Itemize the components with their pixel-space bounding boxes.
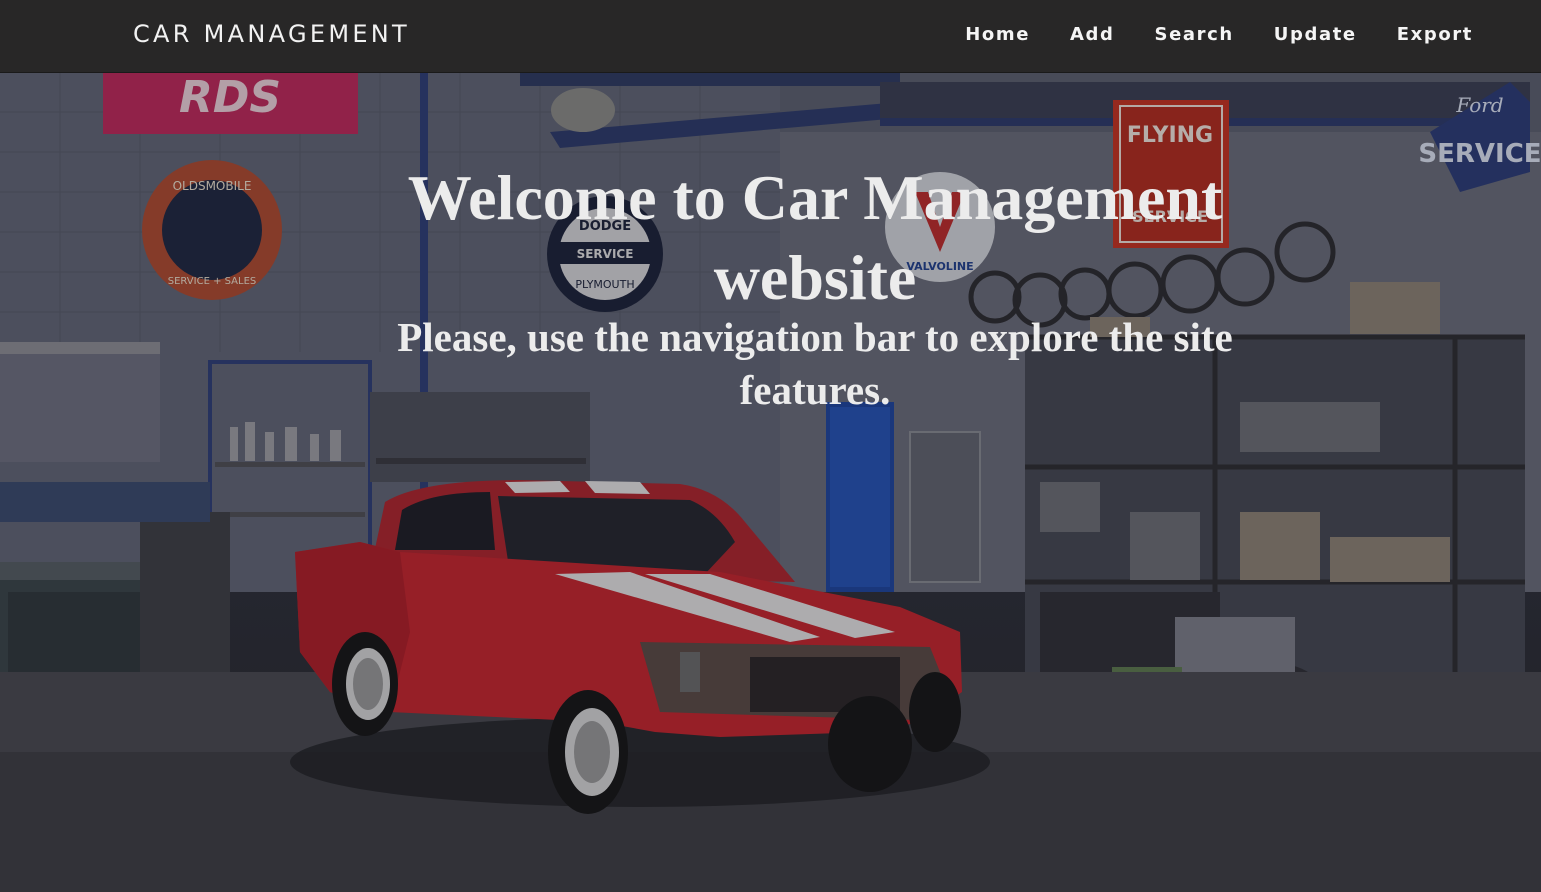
hero-subtitle-line1: Please, use the navigation bar to explor…: [397, 314, 1233, 361]
hero-title-line1: Welcome to Car Management: [407, 161, 1223, 233]
nav-links: Home Add Search Update Export: [965, 24, 1473, 45]
hero-subtitle-line2: features.: [739, 367, 891, 414]
hero-title: Welcome to Car Management website: [0, 158, 1541, 318]
nav-update-link[interactable]: Update: [1274, 24, 1357, 45]
brand-logo-text[interactable]: CAR MANAGEMENT: [133, 20, 410, 48]
nav-export-link[interactable]: Export: [1397, 24, 1473, 45]
nav-add-link[interactable]: Add: [1070, 24, 1115, 45]
hero-subtitle: Please, use the navigation bar to explor…: [0, 311, 1541, 417]
top-navbar: CAR MANAGEMENT Home Add Search Update Ex…: [0, 0, 1541, 73]
nav-home-link[interactable]: Home: [965, 24, 1030, 45]
nav-search-link[interactable]: Search: [1155, 24, 1234, 45]
hero-title-line2: website: [713, 241, 917, 313]
